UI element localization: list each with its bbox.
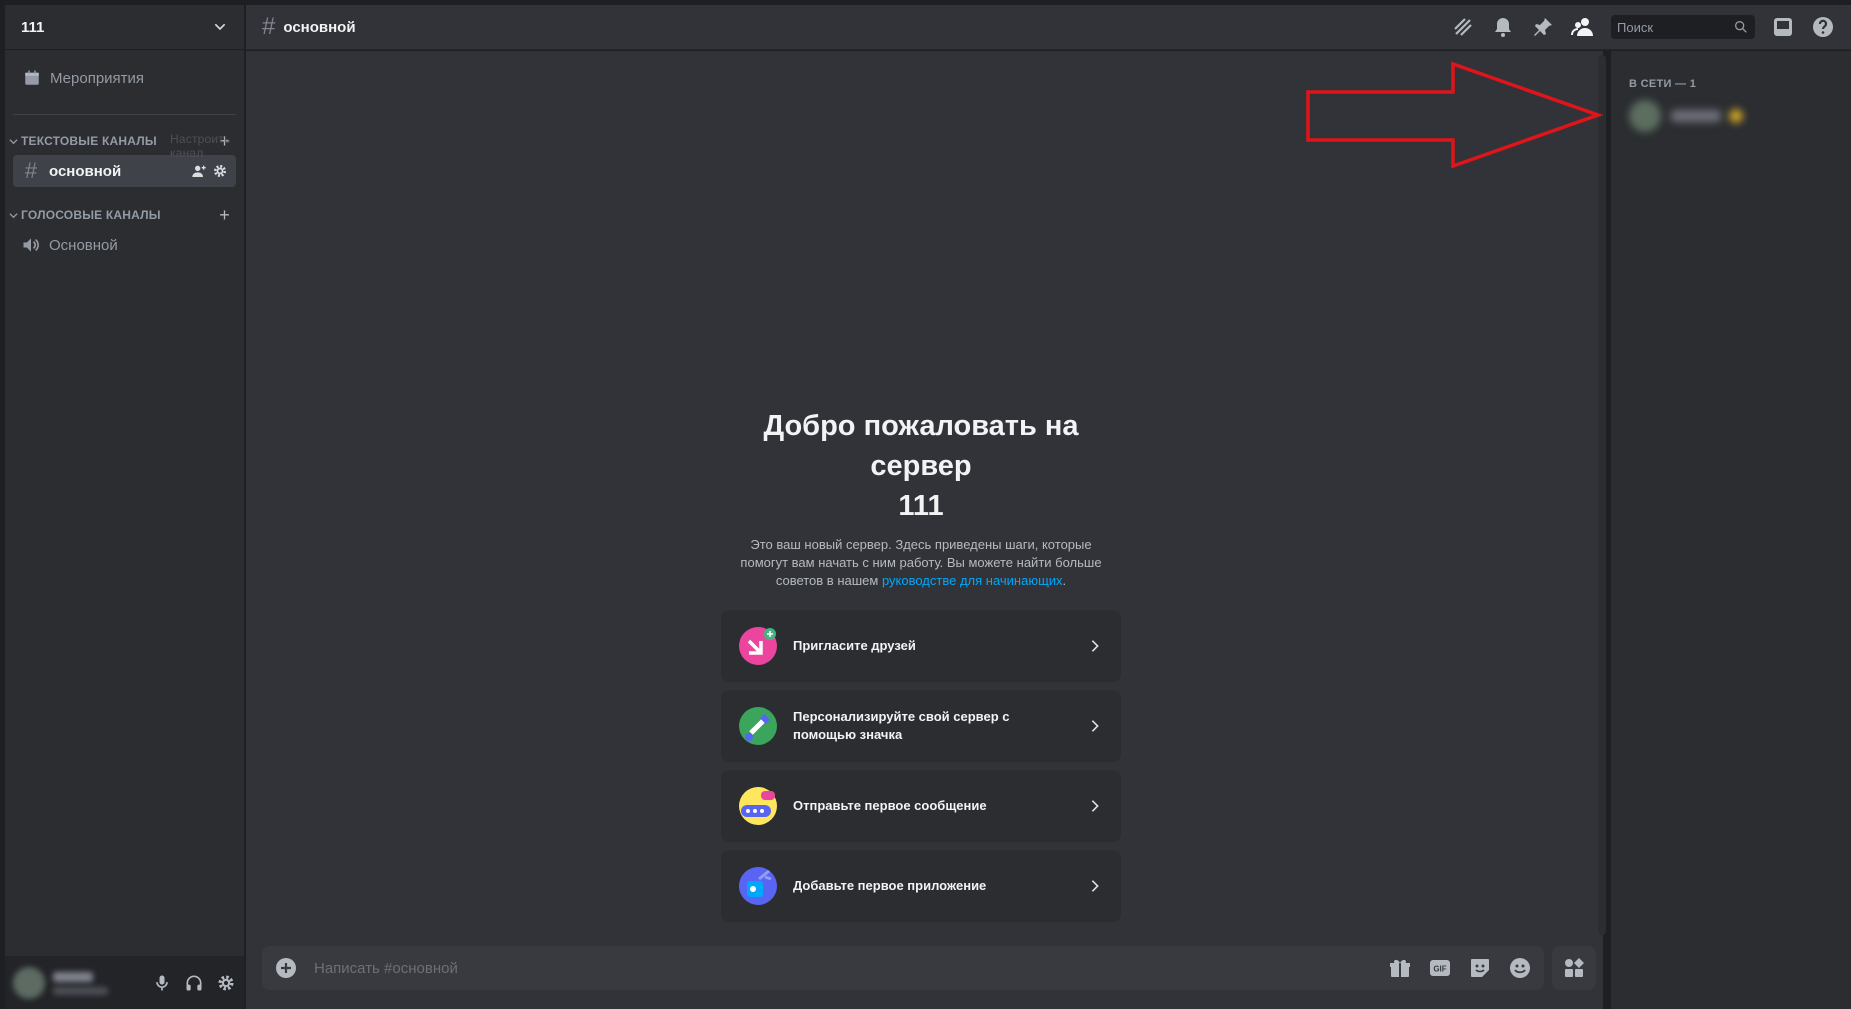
welcome-desc-end: . bbox=[1062, 573, 1067, 588]
voice-category-label: ГОЛОСОВЫЕ КАНАЛЫ bbox=[21, 208, 161, 222]
calendar-icon bbox=[25, 70, 39, 85]
app-icon bbox=[739, 867, 777, 905]
events-label: Мероприятия bbox=[50, 69, 145, 87]
text-category-label: ТЕКСТОВЫЕ КАНАЛЫ bbox=[21, 134, 157, 148]
personalize-server-card[interactable]: Персонализируйте свой сервер с помощью з… bbox=[721, 690, 1121, 762]
channel-sidebar: 111 Мероприятия ТЕКСТОВЫЕ КАНАЛЫ Настрои… bbox=[5, 5, 244, 1009]
gear-icon[interactable] bbox=[212, 163, 228, 179]
voice-category[interactable]: ГОЛОСОВЫЕ КАНАЛЫ + bbox=[5, 203, 244, 227]
send-first-message-card[interactable]: Отправьте первое сообщение bbox=[721, 770, 1121, 842]
apps-icon bbox=[1565, 958, 1584, 977]
channel-title: основной bbox=[283, 18, 356, 36]
sidebar-divider bbox=[13, 114, 236, 115]
card-label: Добавьте первое приложение bbox=[793, 878, 987, 893]
threads-icon[interactable] bbox=[1451, 15, 1475, 39]
server-name: 111 bbox=[21, 18, 45, 36]
apps-button[interactable] bbox=[1552, 946, 1596, 990]
message-input[interactable]: Написать #основной bbox=[314, 960, 1388, 977]
invite-friends-card[interactable]: Пригласите друзей bbox=[721, 610, 1121, 682]
text-category[interactable]: ТЕКСТОВЫЕ КАНАЛЫ Настроить канал + bbox=[5, 129, 244, 160]
member-item-blurred[interactable] bbox=[1629, 98, 1749, 134]
events-item[interactable]: Мероприятия bbox=[13, 59, 236, 97]
hashtag-icon: # bbox=[24, 158, 38, 183]
discord-app: 111 Мероприятия ТЕКСТОВЫЕ КАНАЛЫ Настрои… bbox=[0, 0, 1851, 1009]
welcome-title-line: сервер bbox=[870, 450, 972, 482]
beginners-guide-link[interactable]: руководстве для начинающих bbox=[882, 573, 1063, 588]
speaker-icon bbox=[23, 238, 39, 252]
chevron-down-icon bbox=[9, 138, 18, 144]
emoji-icon[interactable] bbox=[1508, 956, 1532, 980]
welcome-title-line: Добро пожаловать на bbox=[763, 410, 1079, 442]
user-info-blurred bbox=[53, 968, 133, 998]
message-composer: Написать #основной GIF bbox=[262, 946, 1544, 990]
server-header[interactable]: 111 bbox=[5, 5, 244, 50]
card-label: Персонализируйте свой сервер с помощью з… bbox=[793, 709, 1010, 742]
chevron-right-icon bbox=[1091, 720, 1099, 732]
channel-header: # основной Поиск bbox=[246, 5, 1851, 50]
gear-icon[interactable] bbox=[216, 973, 236, 993]
bell-icon[interactable] bbox=[1491, 15, 1515, 39]
gif-icon[interactable]: GIF bbox=[1428, 956, 1452, 980]
card-label: Пригласите друзей bbox=[793, 638, 916, 653]
message-icon bbox=[739, 787, 777, 825]
members-icon[interactable] bbox=[1571, 15, 1595, 39]
card-label: Отправьте первое сообщение bbox=[793, 798, 987, 813]
tooltip-text: Настроить канал bbox=[170, 132, 231, 160]
add-attachment-icon[interactable] bbox=[274, 956, 298, 980]
add-voice-channel-button[interactable]: + bbox=[219, 206, 230, 224]
scrollbar[interactable] bbox=[1598, 55, 1606, 935]
search-placeholder: Поиск bbox=[1617, 19, 1654, 35]
welcome-section: Добро пожаловать на сервер 111 Это ваш н… bbox=[696, 406, 1146, 590]
hashtag-icon: # bbox=[262, 13, 276, 40]
sticker-icon[interactable] bbox=[1468, 956, 1492, 980]
chevron-right-icon bbox=[1091, 640, 1099, 652]
svg-text:GIF: GIF bbox=[1433, 965, 1446, 974]
user-panel bbox=[5, 956, 244, 1009]
add-first-app-card[interactable]: Добавьте первое приложение bbox=[721, 850, 1121, 922]
welcome-description: Это ваш новый сервер. Здесь приведены ша… bbox=[731, 536, 1111, 590]
microphone-icon[interactable] bbox=[152, 973, 172, 993]
gift-icon[interactable] bbox=[1388, 956, 1412, 980]
inbox-icon[interactable] bbox=[1771, 15, 1795, 39]
pin-icon[interactable] bbox=[1531, 15, 1555, 39]
channel-label: Основной bbox=[49, 236, 118, 254]
member-list: В СЕТИ — 1 bbox=[1611, 51, 1851, 1009]
chevron-down-icon bbox=[9, 212, 18, 218]
invite-icon bbox=[739, 627, 777, 665]
voice-channel-main[interactable]: Основной bbox=[13, 229, 236, 261]
online-header: В СЕТИ — 1 bbox=[1629, 78, 1697, 90]
search-input[interactable]: Поиск bbox=[1611, 15, 1755, 39]
welcome-title-line: 111 bbox=[898, 490, 944, 522]
invite-user-icon[interactable] bbox=[191, 163, 207, 179]
brush-icon bbox=[739, 707, 777, 745]
channel-label: основной bbox=[49, 162, 122, 180]
avatar[interactable] bbox=[13, 966, 45, 999]
search-icon bbox=[1735, 20, 1747, 33]
onboarding-cards: Пригласите друзей Персонализируйте свой … bbox=[721, 610, 1121, 930]
chevron-right-icon bbox=[1091, 800, 1099, 812]
headphones-icon[interactable] bbox=[184, 973, 204, 993]
red-arrow-annotation bbox=[1306, 61, 1603, 169]
help-icon[interactable] bbox=[1811, 15, 1835, 39]
chevron-down-icon bbox=[214, 23, 226, 31]
chevron-right-icon bbox=[1091, 880, 1099, 892]
welcome-title: Добро пожаловать на сервер 111 bbox=[696, 406, 1146, 526]
